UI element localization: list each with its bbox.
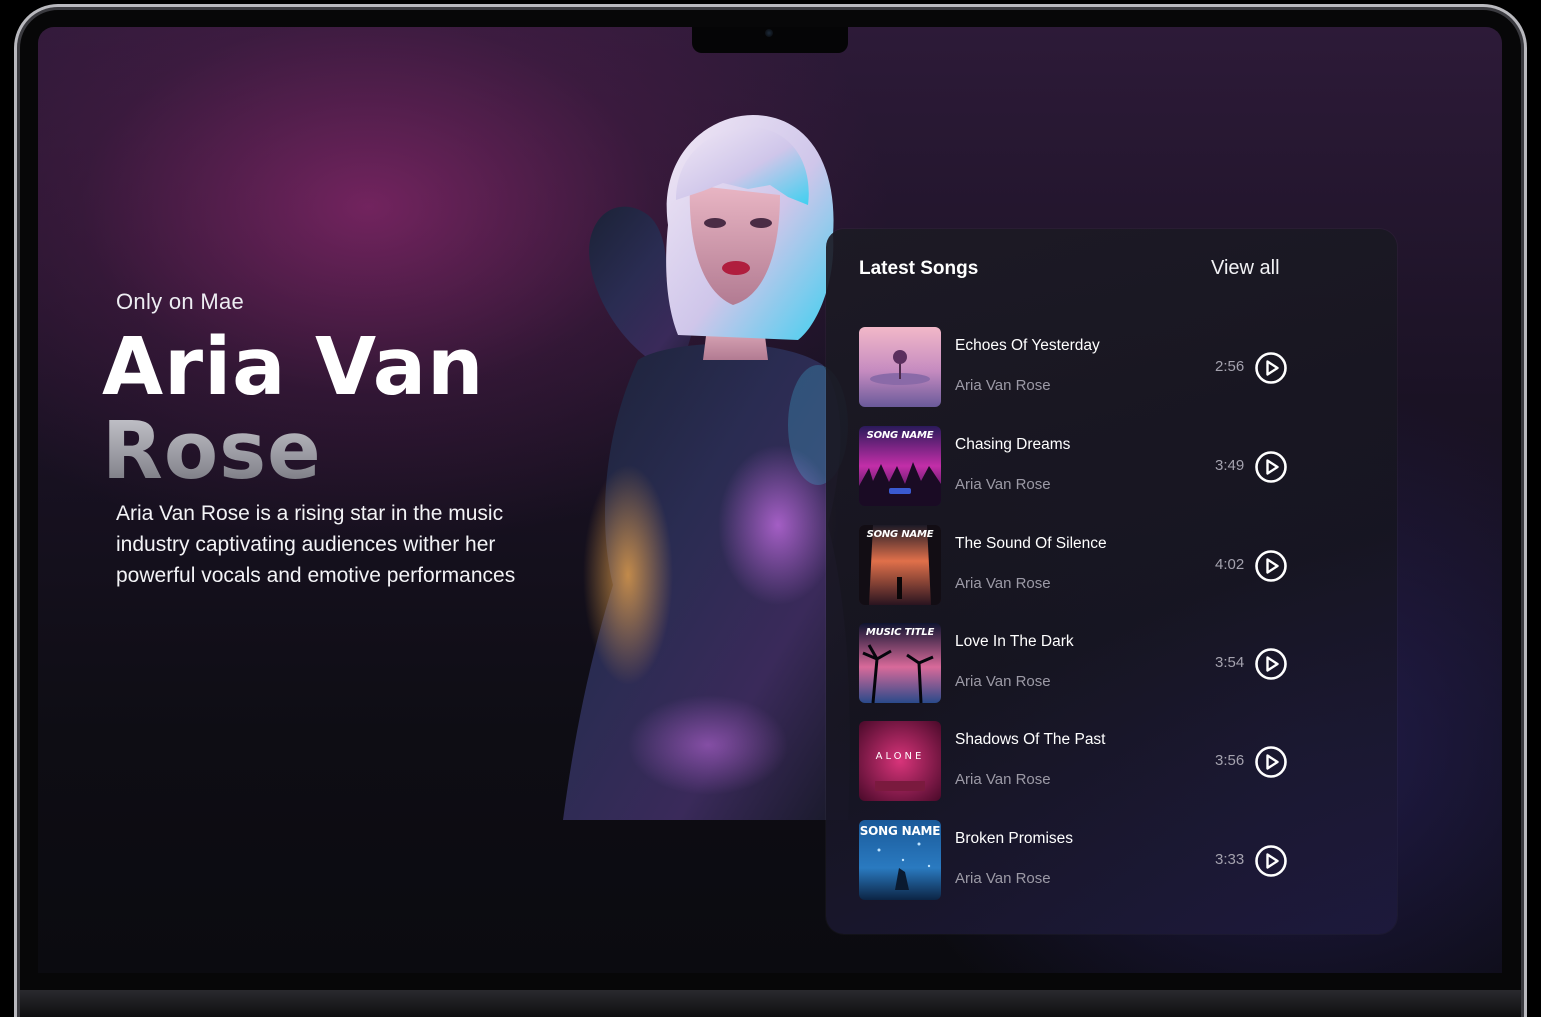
artist-name-line-1: Aria Van (102, 321, 485, 413)
song-duration: 4:02 (1215, 556, 1245, 573)
song-artist: Aria Van Rose (955, 377, 1051, 394)
song-row[interactable]: SONG NAME The Sound Of Silence Aria Van … (859, 525, 1289, 605)
play-circle-icon[interactable] (1254, 549, 1288, 583)
artist-bio: Aria Van Rose is a rising star in the mu… (116, 502, 516, 587)
album-cover: SONG NAME (859, 426, 941, 506)
cover-text: SONG NAME (866, 529, 934, 540)
play-circle-icon[interactable] (1254, 450, 1288, 484)
song-artist: Aria Van Rose (955, 771, 1051, 788)
album-cover: MUSIC TITLE (859, 623, 941, 703)
song-duration: 3:56 (1215, 752, 1245, 769)
song-duration: 2:56 (1215, 358, 1245, 375)
song-artist: Aria Van Rose (955, 476, 1051, 493)
song-title: The Sound Of Silence (955, 535, 1107, 552)
artist-name-line-2: Rose (102, 409, 484, 493)
song-title: Love In The Dark (955, 633, 1074, 650)
camera-icon (765, 29, 773, 37)
song-duration: 3:49 (1215, 457, 1245, 474)
song-title: Shadows Of The Past (955, 731, 1106, 748)
album-cover: ALONE (859, 721, 941, 801)
song-title: Broken Promises (955, 830, 1074, 847)
cover-text: SONG NAME (859, 824, 941, 838)
play-circle-icon[interactable] (1254, 745, 1288, 779)
latest-songs-panel: Latest Songs View all Echoes Of Yesterda… (826, 229, 1397, 934)
artist-photo (518, 105, 868, 820)
album-cover: SONG NAME (859, 525, 941, 605)
view-all-link[interactable]: View all (1211, 257, 1280, 280)
song-row[interactable]: SONG NAME Broken Promises Aria Van Rose … (859, 820, 1289, 900)
cover-text: ALONE (875, 751, 925, 762)
camera-notch (692, 27, 848, 53)
song-row[interactable]: SONG NAME Chasing Dreams Aria Van Rose 3… (859, 426, 1289, 506)
song-duration: 3:33 (1215, 851, 1245, 868)
artist-name-heading: Aria Van Rose (102, 325, 484, 493)
eyebrow-label: Only on Mae (116, 289, 245, 314)
song-artist: Aria Van Rose (955, 575, 1051, 592)
play-circle-icon[interactable] (1254, 844, 1288, 878)
song-row[interactable]: MUSIC TITLE Love In The Dark Aria Van Ro… (859, 623, 1289, 703)
song-title: Chasing Dreams (955, 436, 1071, 453)
song-title: Echoes Of Yesterday (955, 337, 1100, 354)
album-cover: SONG NAME (859, 820, 941, 900)
cover-text: SONG NAME (866, 430, 934, 441)
song-artist: Aria Van Rose (955, 870, 1051, 887)
song-row[interactable]: Echoes Of Yesterday Aria Van Rose 2:56 (859, 327, 1289, 407)
cover-text: MUSIC TITLE (865, 627, 935, 638)
song-artist: Aria Van Rose (955, 673, 1051, 690)
song-duration: 3:54 (1215, 654, 1245, 671)
play-circle-icon[interactable] (1254, 351, 1288, 385)
laptop-base (20, 990, 1521, 1017)
song-row[interactable]: ALONE Shadows Of The Past Aria Van Rose … (859, 721, 1289, 801)
panel-title: Latest Songs (859, 258, 979, 279)
album-cover (859, 327, 941, 407)
play-circle-icon[interactable] (1254, 647, 1288, 681)
screen: Only on Mae Aria Van Rose Aria Van Rose … (38, 27, 1502, 973)
